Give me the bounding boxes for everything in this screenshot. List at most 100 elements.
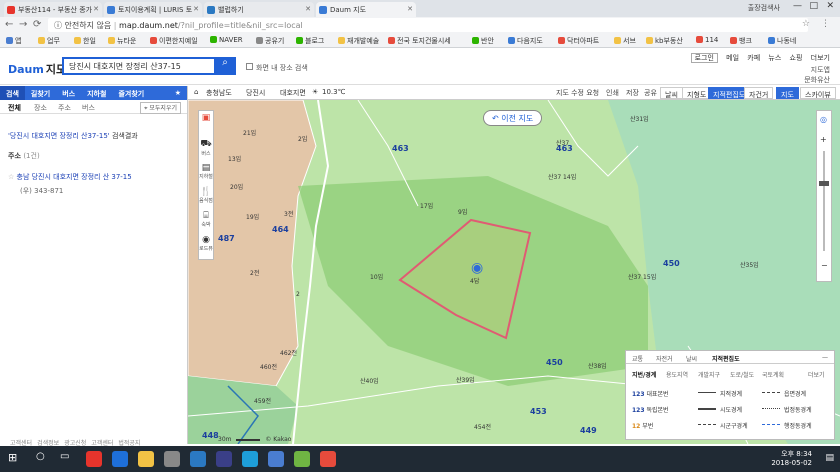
ie-icon[interactable] — [190, 451, 206, 467]
clear-all-button[interactable]: ⌖ 모두지우기 — [140, 102, 181, 114]
tab-1[interactable]: 부동산114 - 부동산 종가 ✕ — [4, 2, 102, 17]
tab-bus[interactable]: 버스 — [56, 86, 81, 100]
subtab-address[interactable]: 주소 — [58, 103, 71, 113]
minimize-icon[interactable]: — — [793, 1, 802, 11]
address-result-item[interactable]: ☆ 충남 당진시 대호지면 장정리 산 37-15 (우) 343-871 — [8, 172, 132, 196]
breadcrumb-province[interactable]: 충청남도 — [206, 88, 232, 98]
tab-3[interactable]: 밸럽하기 ✕ — [204, 2, 314, 17]
current-location-icon[interactable]: ◎ — [820, 115, 827, 124]
legend-sub-plan[interactable]: 국토계획 — [762, 370, 784, 379]
menu-icon[interactable]: ⋮ — [821, 19, 830, 29]
chrome-icon[interactable] — [86, 451, 102, 467]
location-marker-icon[interactable]: ◉ — [471, 260, 483, 276]
close-tab-icon[interactable]: ✕ — [93, 5, 99, 13]
subtab-place[interactable]: 장소 — [34, 103, 47, 113]
bookmark-item[interactable]: 나동네 — [768, 36, 796, 46]
shopping-link[interactable]: 쇼핑 — [790, 54, 803, 62]
edge-icon[interactable] — [112, 451, 128, 467]
profile-name[interactable]: 출장검색사 — [748, 3, 780, 13]
app-icon[interactable] — [242, 451, 258, 467]
legend-tab-cadastral[interactable]: 지적편집도 — [712, 354, 740, 363]
bookmark-item[interactable]: 공유기 — [256, 36, 284, 46]
close-tab-icon[interactable]: ✕ — [193, 5, 199, 13]
explorer-icon[interactable] — [138, 451, 154, 467]
bookmark-item[interactable]: 닥터아파트 — [558, 36, 599, 46]
legend-sub-district[interactable]: 개발지구 — [698, 370, 720, 379]
subtab-bus[interactable]: 버스 — [82, 103, 95, 113]
info-icon[interactable]: ⓘ — [54, 21, 62, 30]
legend-sub-lot[interactable]: 지번/경계 — [632, 370, 656, 379]
legend-sub-zoning[interactable]: 용도지역 — [666, 370, 688, 379]
weather-toggle[interactable]: 날씨 — [660, 87, 683, 99]
bookmark-item[interactable]: kb부동산 — [646, 36, 683, 46]
tab-search[interactable]: 검색 — [0, 86, 25, 100]
search-button[interactable]: ⌕ — [214, 57, 236, 75]
back-icon[interactable]: ← — [5, 19, 13, 30]
legend-more-link[interactable]: 더보기 — [808, 370, 825, 379]
bookmark-item[interactable]: 전국 토지건물시세 — [388, 36, 451, 46]
url-input[interactable]: ⓘ 안전하지 않음 | map.daum.net/?nil_profile=ti… — [48, 18, 808, 32]
bookmark-item[interactable]: 다음지도 — [508, 36, 543, 46]
reload-icon[interactable]: ⟳ — [33, 19, 41, 30]
app-icon[interactable] — [294, 451, 310, 467]
zoom-out-icon[interactable]: − — [821, 261, 828, 270]
system-clock[interactable]: 오후 8:34 2018-05-02 — [771, 449, 812, 467]
tab-subway[interactable]: 지하철 — [81, 86, 112, 100]
tab-4-active[interactable]: Daum 지도 ✕ — [316, 2, 416, 17]
search-icon[interactable]: ○ — [36, 451, 52, 467]
save-link[interactable]: 저장 — [626, 88, 639, 98]
close-tab-icon[interactable]: ✕ — [407, 5, 413, 13]
roadview-control[interactable]: ◉ 로드뷰 — [199, 235, 213, 252]
breadcrumb-town[interactable]: 대호지면 — [280, 88, 306, 98]
task-view-icon[interactable]: ▭ — [60, 451, 76, 467]
zoom-slider[interactable] — [823, 151, 825, 251]
heritage-link[interactable]: 문화유산 — [804, 75, 830, 85]
bookmark-item[interactable]: 한일 — [74, 36, 96, 46]
map-view-toggle[interactable]: 지도 — [776, 87, 799, 99]
zoom-handle[interactable] — [819, 181, 829, 186]
share-link[interactable]: 공유 — [644, 88, 657, 98]
subway-control[interactable]: ▤ 지하철 — [199, 163, 213, 180]
daum-logo[interactable]: Daum 지도 — [8, 61, 66, 77]
previous-map-button[interactable]: ↶ 이전 지도 — [483, 110, 543, 126]
tab-directions[interactable]: 길찾기 — [25, 86, 56, 100]
legend-tab-bike[interactable]: 자전거 — [656, 354, 673, 363]
legend-sub-road[interactable]: 도로/철도 — [730, 370, 754, 379]
bookmark-item[interactable]: 이편한지예일 — [150, 36, 198, 46]
bookmark-item[interactable]: 서브 — [614, 36, 636, 46]
tab-2[interactable]: 토지이용계획 | LURIS 토 ✕ — [104, 2, 202, 17]
bookmark-item[interactable]: 뱅크 — [730, 36, 752, 46]
bookmark-item[interactable]: NAVER — [210, 36, 243, 44]
skyview-toggle[interactable]: 스카이뷰 — [800, 87, 836, 99]
bookmark-item[interactable]: 앱 — [6, 36, 21, 46]
app-icon[interactable] — [216, 451, 232, 467]
hotel-control[interactable]: ⌸ 숙박 — [199, 211, 213, 228]
search-input[interactable]: 당진시 대호지면 장정리 산37-15 — [62, 57, 222, 75]
bookmark-star-icon[interactable]: ☆ — [802, 19, 810, 29]
legend-collapse-icon[interactable]: — — [822, 354, 828, 361]
tab-favorites[interactable]: 즐겨찾기 — [112, 86, 150, 100]
parking-control[interactable]: ▣ — [199, 113, 213, 123]
bookmark-item[interactable]: 뉴타운 — [108, 36, 136, 46]
restaurant-control[interactable]: 🍴 음식점 — [199, 187, 213, 204]
nearby-search-checkbox[interactable] — [246, 63, 253, 70]
bookmark-item[interactable]: 반안 — [472, 36, 494, 46]
star-icon[interactable]: ☆ — [8, 173, 14, 181]
bookmark-item[interactable]: 114 — [696, 36, 718, 44]
breadcrumb-city[interactable]: 당진시 — [246, 88, 265, 98]
zoom-in-icon[interactable]: + — [820, 135, 827, 144]
close-tab-icon[interactable]: ✕ — [305, 5, 311, 13]
subtab-all[interactable]: 전체 — [8, 103, 21, 113]
cafe-link[interactable]: 카페 — [747, 54, 760, 62]
close-window-icon[interactable]: ✕ — [826, 1, 834, 11]
bookmark-item[interactable]: 업무 — [38, 36, 60, 46]
app-icon[interactable] — [164, 451, 180, 467]
maximize-icon[interactable]: □ — [809, 1, 818, 11]
windows-start-icon[interactable]: ⊞ — [8, 451, 24, 467]
legend-tab-weather[interactable]: 날씨 — [686, 354, 697, 363]
favorite-star-icon[interactable]: ★ — [169, 86, 187, 100]
bookmark-item[interactable]: 블로그 — [296, 36, 324, 46]
terrain-toggle[interactable]: 지형도 — [682, 87, 712, 99]
map-view[interactable]: ⌂ 충청남도 당진시 대호지면 ☀ 10.3℃ 지도 수정 요청 인쇄 저장 공… — [188, 86, 840, 444]
map-app-link[interactable]: 지도앱 — [811, 65, 830, 75]
